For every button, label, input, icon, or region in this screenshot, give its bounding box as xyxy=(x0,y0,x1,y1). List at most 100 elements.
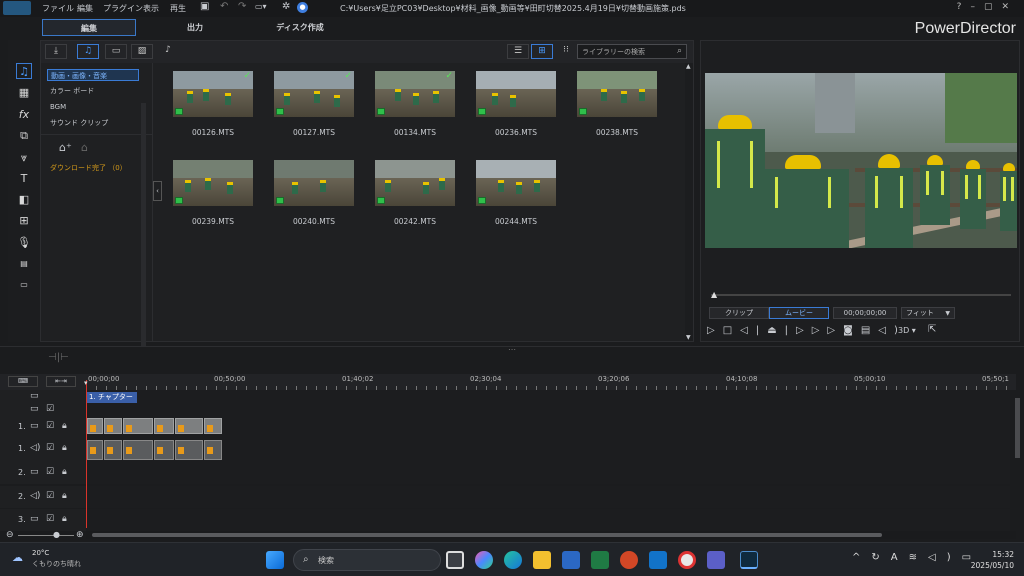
timeline-audio-clip[interactable] xyxy=(87,440,103,460)
file-explorer-icon[interactable] xyxy=(533,551,551,569)
zoom-slider-handle[interactable]: ● xyxy=(53,530,60,539)
redo-icon[interactable]: ↷ xyxy=(238,1,246,12)
stop-icon[interactable]: □ xyxy=(723,325,740,336)
fx-room-icon[interactable]: fx xyxy=(16,107,32,123)
teams-icon[interactable] xyxy=(707,551,725,569)
menu-plugin[interactable]: プラグイン xyxy=(103,3,143,14)
lock-icon[interactable]: 🔒︎ xyxy=(62,491,67,501)
audio-mixing-icon[interactable]: ⊞ xyxy=(16,213,32,229)
filter-image-icon[interactable]: ▨ xyxy=(131,44,153,59)
menu-play[interactable]: 再生 xyxy=(170,3,186,14)
zoom-in-icon[interactable]: ⊕ xyxy=(76,530,84,540)
zoom-slider[interactable] xyxy=(18,535,74,536)
pip-room-icon[interactable]: ⧉ xyxy=(16,128,32,144)
category-media[interactable]: 動画・画像・音楽 xyxy=(47,69,139,81)
track-enable-checkbox[interactable]: ☑ xyxy=(46,467,54,477)
tray-expand-icon[interactable]: ^ xyxy=(852,552,871,563)
seek-handle-icon[interactable]: ▲ xyxy=(711,290,717,299)
clip-mode-button[interactable]: クリップ xyxy=(709,307,769,319)
category-bgm[interactable]: BGM xyxy=(47,101,139,113)
chapter-marker[interactable]: 1. チャプター 1 xyxy=(87,392,137,412)
speaker-icon[interactable]: ◁) xyxy=(928,552,962,563)
clip-00242[interactable]: 00242.MTS xyxy=(375,160,455,226)
clip-00238[interactable]: 00238.MTS xyxy=(577,71,657,137)
menu-edit[interactable]: 編集 xyxy=(77,3,93,14)
ime-icon[interactable]: A xyxy=(891,552,909,563)
lock-icon[interactable]: 🔒︎ xyxy=(62,467,67,477)
search-icon[interactable]: ⌕ xyxy=(677,46,682,56)
timeline-audio-clip[interactable] xyxy=(104,440,122,460)
wifi-icon[interactable]: ≋ xyxy=(909,552,928,563)
timeline-vertical-scrollbar[interactable] xyxy=(1015,398,1020,458)
clip-00126[interactable]: ✓ 00126.MTS xyxy=(173,71,253,137)
movie-mode-button[interactable]: ムービー xyxy=(769,307,829,319)
track-enable-checkbox[interactable]: ☑ xyxy=(46,514,54,524)
snapshot-icon[interactable]: ◙ xyxy=(843,325,861,336)
start-button[interactable] xyxy=(266,551,284,569)
library-scrollbar[interactable]: ▲ ▼ xyxy=(685,63,693,341)
list-view-icon[interactable]: ☰ xyxy=(507,44,529,59)
track-body[interactable] xyxy=(86,438,1010,462)
particle-room-icon[interactable]: ⩔ xyxy=(16,150,32,166)
chapter-track-body[interactable] xyxy=(86,390,1010,404)
media-room-icon[interactable]: ♫ xyxy=(16,63,32,79)
subtitle-room-icon[interactable]: ▭ xyxy=(16,277,32,293)
remove-tag-icon[interactable]: ⌂ xyxy=(81,141,88,154)
transition-room-icon[interactable]: ◧ xyxy=(16,192,32,208)
copilot-icon[interactable] xyxy=(475,551,493,569)
category-scrollbar[interactable] xyxy=(141,103,146,359)
add-track-icon[interactable]: ⊣|⊢ xyxy=(48,352,69,363)
3d-mode-button[interactable]: 3D ▾ xyxy=(898,326,916,335)
timeline-audio-clip[interactable] xyxy=(204,440,222,460)
clip-00236[interactable]: 00236.MTS xyxy=(476,71,556,137)
clip-00127[interactable]: ✓ 00127.MTS xyxy=(274,71,354,137)
timeline-audio-clip[interactable] xyxy=(154,440,174,460)
category-sound-clip[interactable]: サウンド クリップ xyxy=(47,117,139,129)
import-icon[interactable]: ⤓ xyxy=(45,44,67,59)
library-search-input[interactable]: ライブラリーの検索 ⌕ xyxy=(577,44,687,59)
undo-icon[interactable]: ↶ xyxy=(220,1,228,12)
task-view-icon[interactable] xyxy=(446,551,464,569)
clip-00134[interactable]: ✓ 00134.MTS xyxy=(375,71,455,137)
playhead-handle-icon[interactable]: ▾ xyxy=(84,379,88,387)
window-controls[interactable]: ?–▢✕ xyxy=(957,2,1018,12)
powerpoint-icon[interactable] xyxy=(620,551,638,569)
track-manager-icon[interactable]: ⌨ xyxy=(8,376,38,387)
taskbar-clock[interactable]: 15:32 2025/05/10 xyxy=(971,549,1014,571)
timeline-audio-clip[interactable] xyxy=(175,440,203,460)
track-body[interactable] xyxy=(86,416,1010,438)
timeline-video-clip[interactable] xyxy=(204,418,222,434)
play-icon[interactable]: ▷ xyxy=(707,325,723,336)
filter-video-icon[interactable]: ▭ xyxy=(105,44,127,59)
timeline-horizontal-scrollbar[interactable] xyxy=(86,531,1016,539)
preview-video[interactable] xyxy=(705,73,1017,248)
timeline-video-clip[interactable] xyxy=(104,418,122,434)
filter-audio-icon[interactable]: ♪ xyxy=(157,44,179,59)
taskbar-search[interactable]: ⌕ 検索 xyxy=(293,549,441,571)
fit-select[interactable]: フィット ▼ xyxy=(901,307,955,319)
next-frame-icon[interactable]: |▷ xyxy=(785,325,812,336)
split-icon[interactable]: ⏏ xyxy=(767,325,784,336)
prev-frame-icon[interactable]: ◁| xyxy=(740,325,767,336)
menu-view[interactable]: 表示 xyxy=(143,3,159,14)
clip-00240[interactable]: 00240.MTS xyxy=(274,160,354,226)
clip-00239[interactable]: 00239.MTS xyxy=(173,160,253,226)
title-room-icon[interactable]: T xyxy=(16,171,32,187)
save-icon[interactable]: ▣ xyxy=(200,1,209,12)
track-enable-checkbox[interactable]: ☑ xyxy=(46,421,54,431)
scroll-down-icon[interactable]: ▼ xyxy=(686,334,691,341)
track-body[interactable] xyxy=(86,462,1010,484)
timeline-playhead[interactable] xyxy=(86,380,87,528)
screen-ratio-icon[interactable]: ▭▾ xyxy=(255,2,267,11)
fit-timeline-icon[interactable]: ⇤⇥ xyxy=(46,376,76,387)
lock-icon[interactable]: 🔒︎ xyxy=(62,443,67,453)
clip-00244[interactable]: 00244.MTS xyxy=(476,160,556,226)
voiceover-icon[interactable]: 🎙 xyxy=(16,235,32,251)
tab-disc[interactable]: ディスク作成 xyxy=(250,19,350,36)
subtitle-icon[interactable]: ▤ xyxy=(861,325,878,336)
fast-forward-icon[interactable]: ▷▷ xyxy=(812,325,843,336)
filter-all-icon[interactable]: ♫ xyxy=(77,44,99,59)
add-tag-icon[interactable]: ⌂⁺ xyxy=(59,141,72,154)
powerdirector-taskbar-icon[interactable] xyxy=(740,551,758,569)
excel-icon[interactable] xyxy=(591,551,609,569)
